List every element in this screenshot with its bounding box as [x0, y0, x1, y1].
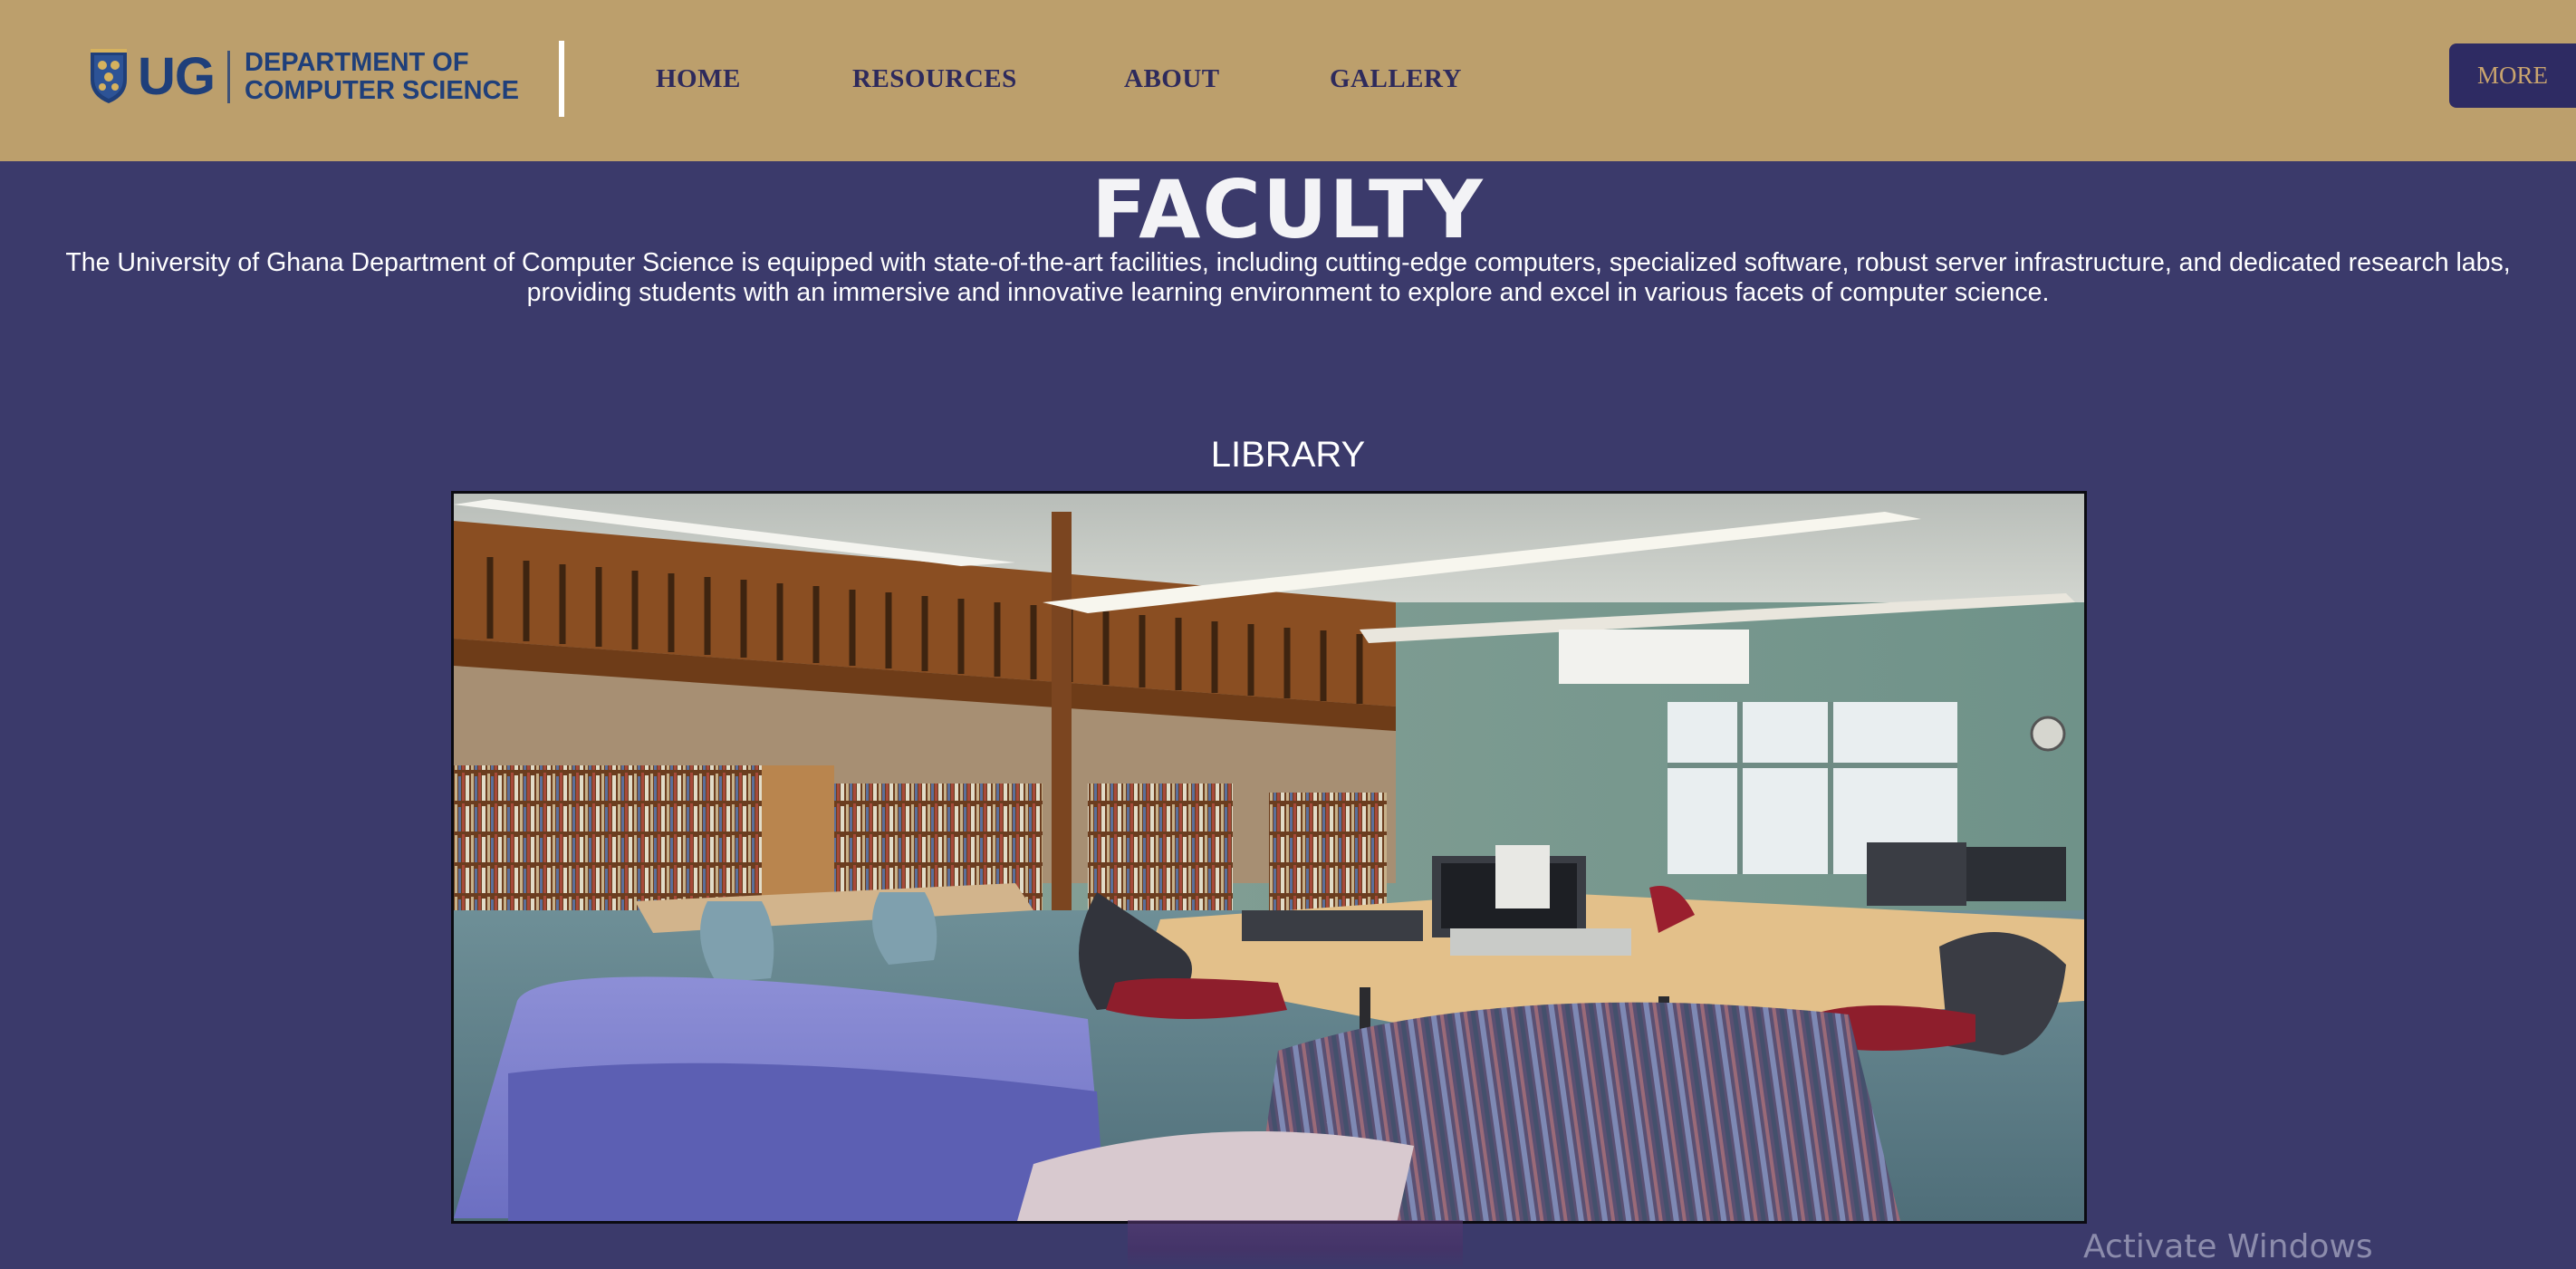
more-button[interactable]: MORE	[2449, 43, 2576, 108]
nav-about[interactable]: ABOUT	[1124, 62, 1220, 96]
section-title-library: LIBRARY	[1210, 435, 1366, 475]
nav-resources[interactable]: RESOURCES	[852, 62, 1017, 96]
photo-reflection	[1128, 1220, 1463, 1269]
library-photo	[451, 491, 2087, 1224]
nav-gallery[interactable]: GALLERY	[1330, 62, 1462, 96]
nav-home[interactable]: HOME	[656, 62, 741, 96]
logo-department-name: DEPARTMENT OF COMPUTER SCIENCE	[245, 49, 519, 105]
ug-crest-icon	[91, 49, 127, 103]
site-header: UG DEPARTMENT OF COMPUTER SCIENCE HOME R…	[0, 0, 2576, 161]
page-title: FACULTY	[1091, 163, 1485, 256]
activate-windows-watermark: Activate Windows	[2083, 1228, 2373, 1265]
logo-line-1: DEPARTMENT OF	[245, 48, 469, 77]
logo-divider	[227, 51, 230, 103]
library-photo-illustration	[454, 494, 2084, 1221]
logo-wordmark: UG	[138, 47, 216, 106]
nav-divider	[559, 41, 564, 117]
site-logo[interactable]: UG DEPARTMENT OF COMPUTER SCIENCE	[89, 47, 519, 107]
intro-paragraph: The University of Ghana Department of Co…	[65, 248, 2511, 307]
logo-line-2: COMPUTER SCIENCE	[245, 76, 519, 105]
